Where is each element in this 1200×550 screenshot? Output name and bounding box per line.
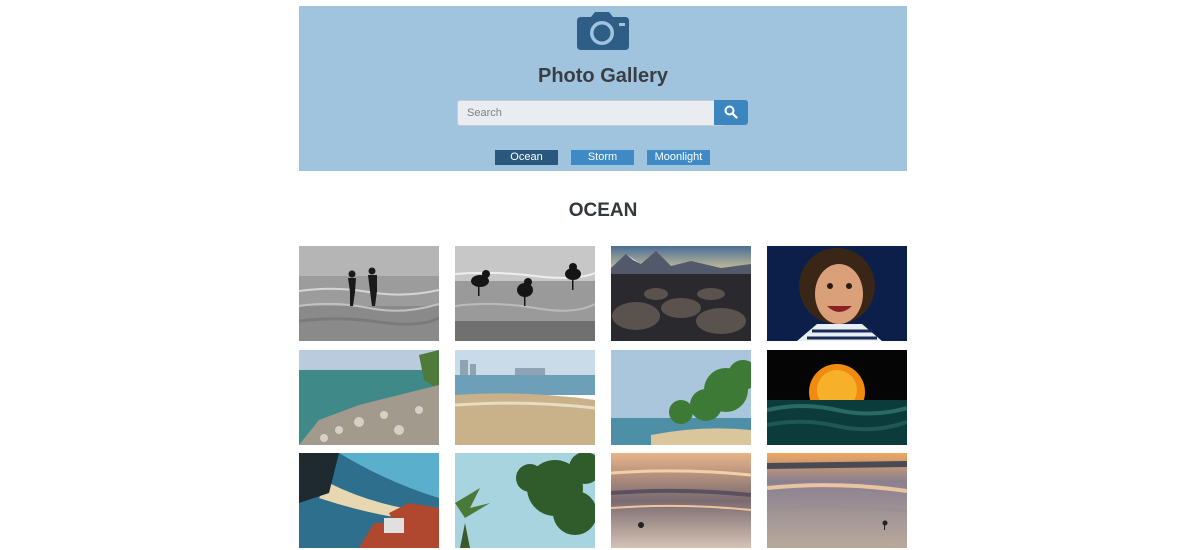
tag-storm-button[interactable]: Storm (571, 150, 634, 165)
gallery-photo[interactable] (767, 350, 907, 445)
photo-image (455, 350, 595, 445)
photo-image (611, 246, 751, 341)
search-input[interactable] (457, 100, 724, 126)
gallery-photo[interactable] (455, 246, 595, 341)
page: Photo Gallery Ocean Storm Moonlight OCEA… (0, 0, 1200, 550)
gallery-photo[interactable] (299, 350, 439, 445)
page-title: Photo Gallery (537, 65, 669, 87)
photo-image (455, 453, 595, 548)
search-button[interactable] (714, 100, 748, 125)
gallery-photo[interactable] (767, 453, 907, 548)
photo-image (299, 453, 439, 548)
photo-image (611, 453, 751, 548)
gallery-photo[interactable] (611, 246, 751, 341)
gallery-photo[interactable] (299, 246, 439, 341)
photo-image (767, 350, 907, 445)
gallery-photo[interactable] (611, 453, 751, 548)
photo-image (299, 350, 439, 445)
photo-image (299, 246, 439, 341)
photo-image (767, 246, 907, 341)
camera-icon (577, 12, 629, 50)
magnifier-icon (724, 105, 738, 119)
section-title: OCEAN (568, 200, 638, 221)
photo-image (455, 246, 595, 341)
gallery-photo[interactable] (455, 350, 595, 445)
gallery-photo[interactable] (767, 246, 907, 341)
header-banner: Photo Gallery Ocean Storm Moonlight (299, 6, 907, 171)
gallery-photo[interactable] (455, 453, 595, 548)
photo-image (611, 350, 751, 445)
gallery-photo[interactable] (611, 350, 751, 445)
tag-moonlight-button[interactable]: Moonlight (647, 150, 710, 165)
photo-image (767, 453, 907, 548)
gallery-photo[interactable] (299, 453, 439, 548)
tag-ocean-button[interactable]: Ocean (495, 150, 558, 165)
